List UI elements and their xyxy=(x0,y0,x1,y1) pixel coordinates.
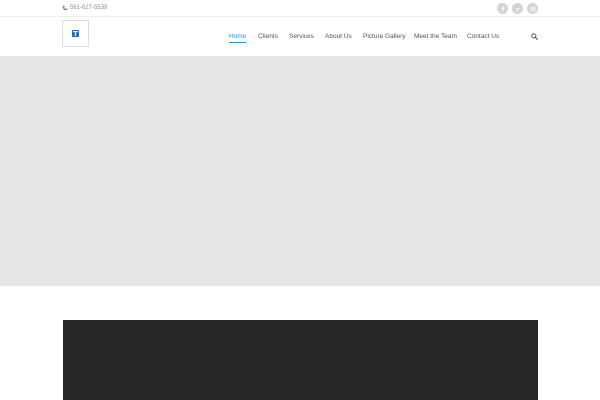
instagram-link[interactable] xyxy=(527,3,538,14)
nav-meet-the-team[interactable]: Meet the Team xyxy=(414,32,457,41)
nav-picture-gallery-label: Picture Gallery xyxy=(363,33,406,40)
facebook-link[interactable] xyxy=(497,3,508,14)
site-header: Home Clients Services About Us Picture G… xyxy=(0,17,600,57)
main-nav: Home Clients Services About Us Picture G… xyxy=(0,32,600,46)
page: 561-627-5539 g Home Clients Services Abo… xyxy=(0,0,600,400)
svg-text:g: g xyxy=(515,6,518,11)
content-panel xyxy=(63,320,538,400)
top-bar: 561-627-5539 g xyxy=(0,0,600,17)
phone-number: 561-627-5539 xyxy=(70,5,108,11)
nav-contact-us[interactable]: Contact Us xyxy=(467,32,499,41)
google-plus-icon: g xyxy=(515,6,520,11)
nav-about-us[interactable]: About Us xyxy=(325,32,352,41)
instagram-icon xyxy=(530,6,535,11)
nav-home-label: Home xyxy=(229,33,247,40)
hero-banner xyxy=(0,57,600,286)
nav-clients[interactable]: Clients xyxy=(258,32,278,41)
phone-contact[interactable]: 561-627-5539 xyxy=(62,4,107,12)
search-icon[interactable] xyxy=(531,33,538,40)
nav-contact-us-label: Contact Us xyxy=(467,33,500,40)
nav-clients-label: Clients xyxy=(258,33,278,40)
nav-services[interactable]: Services xyxy=(289,32,314,41)
nav-home[interactable]: Home xyxy=(229,32,247,43)
google-plus-link[interactable]: g xyxy=(512,3,523,14)
facebook-icon xyxy=(501,5,504,12)
nav-services-label: Services xyxy=(289,33,314,40)
nav-about-us-label: About Us xyxy=(325,33,352,40)
active-underline xyxy=(229,42,247,43)
nav-picture-gallery[interactable]: Picture Gallery xyxy=(363,32,406,41)
phone-icon xyxy=(62,5,68,11)
nav-meet-the-team-label: Meet the Team xyxy=(414,33,457,40)
